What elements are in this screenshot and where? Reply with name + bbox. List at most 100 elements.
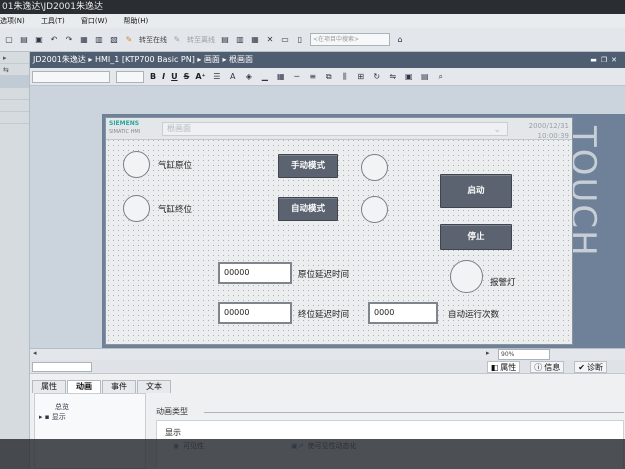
animation-type-heading: 动画类型 bbox=[156, 407, 188, 416]
align-objects-icon[interactable]: ⫼ bbox=[340, 70, 350, 84]
superscript-button[interactable]: A⁺ bbox=[195, 72, 205, 81]
compile-icon[interactable]: ▦ bbox=[79, 33, 89, 47]
tab-diagnostics-view[interactable]: ✔ 诊断 bbox=[574, 361, 607, 373]
time-text: 10:00:39 bbox=[537, 132, 569, 140]
view-icon[interactable]: ▦ bbox=[250, 33, 260, 47]
tree-row[interactable]: ▸ bbox=[0, 52, 29, 64]
screen-name-field[interactable]: 根画面 ⌄ bbox=[162, 122, 508, 136]
origin-delay-input[interactable]: 00000 bbox=[218, 262, 292, 284]
go-online-button[interactable]: 转至在线 bbox=[139, 33, 167, 47]
save-icon[interactable]: ▣ bbox=[34, 33, 44, 47]
font-select[interactable] bbox=[32, 70, 110, 83]
eye-icon: ◉ bbox=[173, 442, 180, 450]
italic-button[interactable]: I bbox=[162, 72, 165, 81]
origin-delay-label: 原位延迟时间 bbox=[298, 270, 350, 280]
font-size-select[interactable] bbox=[116, 70, 144, 83]
split-v-icon[interactable]: ▯ bbox=[295, 33, 305, 47]
tab-diagnostics-label: 诊断 bbox=[587, 362, 603, 372]
menu-window[interactable]: 窗口(W) bbox=[81, 14, 107, 28]
zoom-icon[interactable]: ⌕ bbox=[436, 70, 446, 84]
line-style-icon[interactable]: ─ bbox=[292, 70, 302, 84]
fill-color-icon[interactable]: ◈ bbox=[244, 70, 254, 84]
format-toolbar: B I U S A⁺ ☰ A ◈ ▁ ▦ ─ ≡ ⧉ ⫼ ⊞ ↻ ⇋ ▣ ▤ ⌕ bbox=[30, 68, 625, 86]
display-group: 显示 ◉ 可见性 ▣↗ 使可见性动态化 bbox=[156, 420, 624, 469]
tree-row[interactable] bbox=[0, 88, 29, 100]
scroll-left-icon[interactable]: ◂ bbox=[33, 349, 37, 357]
rotate-icon[interactable]: ↻ bbox=[372, 70, 382, 84]
grid-icon[interactable]: ▦ bbox=[276, 70, 286, 84]
menu-tools[interactable]: 工具(T) bbox=[41, 14, 65, 28]
redo-icon[interactable]: ↷ bbox=[64, 33, 74, 47]
window-controls[interactable]: ▬❐✕ bbox=[590, 52, 621, 68]
line-width-icon[interactable]: ≡ bbox=[308, 70, 318, 84]
bold-button[interactable]: B bbox=[150, 72, 156, 81]
tree-row[interactable]: ⇆ bbox=[0, 64, 29, 76]
upload-icon[interactable]: ▧ bbox=[109, 33, 119, 47]
split-h-icon[interactable]: ▭ bbox=[280, 33, 290, 47]
auto-mode-button[interactable]: 自动模式 bbox=[278, 197, 338, 221]
hmi-root-screen[interactable]: SIEMENS SIMATIC HMI 根画面 ⌄ 2000/12/31 10:… bbox=[105, 117, 573, 345]
project-search-input[interactable]: <在项目中搜索> bbox=[310, 33, 390, 46]
dynamize-label: 使可见性动态化 bbox=[307, 442, 357, 450]
line-color-icon[interactable]: ▁ bbox=[260, 70, 270, 84]
flip-icon[interactable]: ⇋ bbox=[388, 70, 398, 84]
arrange-icon[interactable]: ⧉ bbox=[324, 70, 334, 84]
alarm-lamp-indicator[interactable] bbox=[450, 260, 483, 293]
close-icon[interactable]: ✕ bbox=[265, 33, 275, 47]
cylinder-end-indicator[interactable] bbox=[123, 195, 150, 222]
canvas-scrollbar[interactable]: ◂ ▸ 90% bbox=[30, 348, 625, 360]
group-icon[interactable]: ▣ bbox=[404, 70, 414, 84]
download-icon[interactable]: ▥ bbox=[94, 33, 104, 47]
cylinder-origin-indicator[interactable] bbox=[123, 151, 150, 178]
tree-item-overview[interactable]: 总览 bbox=[39, 402, 141, 412]
start-button[interactable]: 启动 bbox=[440, 174, 512, 208]
tree-row[interactable] bbox=[0, 112, 29, 124]
stop-button[interactable]: 停止 bbox=[440, 224, 512, 250]
info-icon: ⓘ bbox=[534, 362, 543, 372]
new-icon[interactable]: ▢ bbox=[4, 33, 14, 47]
tab-properties[interactable]: 属性 bbox=[32, 380, 66, 393]
manual-mode-indicator[interactable] bbox=[361, 154, 388, 181]
tab-animations[interactable]: 动画 bbox=[67, 380, 101, 393]
window-title: 01朱逸达\JD2001朱逸达 bbox=[0, 0, 625, 14]
dynamize-visibility-link[interactable]: ▣↗ 使可见性动态化 bbox=[291, 441, 356, 451]
animation-detail: 动画类型 显示 ◉ 可见性 ▣↗ 使可见性动态化 bbox=[152, 398, 625, 469]
underline-button[interactable]: U bbox=[171, 72, 178, 81]
properties-icon: ◧ bbox=[490, 362, 499, 372]
tab-texts[interactable]: 文本 bbox=[137, 380, 171, 393]
monitor-icon[interactable]: ▤ bbox=[220, 33, 230, 47]
layer-icon[interactable]: ▤ bbox=[420, 70, 430, 84]
object-name-field[interactable] bbox=[32, 362, 92, 372]
auto-run-count-label: 自动运行次数 bbox=[448, 310, 500, 320]
end-delay-input[interactable]: 00000 bbox=[218, 302, 292, 324]
zoom-select[interactable]: 90% bbox=[498, 349, 550, 360]
tree-row[interactable] bbox=[0, 76, 29, 88]
menu-help[interactable]: 帮助(H) bbox=[124, 14, 149, 28]
text-color-icon[interactable]: A bbox=[228, 70, 238, 84]
tab-events[interactable]: 事件 bbox=[102, 380, 136, 393]
menu-options[interactable]: 选项(N) bbox=[0, 14, 25, 28]
go-offline-icon: ✎ bbox=[173, 35, 181, 44]
breadcrumb-text[interactable]: JD2001朱逸达 ▸ HMI_1 [KTP700 Basic PN] ▸ 画面… bbox=[33, 55, 253, 64]
tab-info-view[interactable]: ⓘ 信息 bbox=[530, 361, 565, 373]
strike-button[interactable]: S bbox=[184, 72, 190, 81]
divider bbox=[204, 412, 624, 413]
cross-ref-icon[interactable]: ▥ bbox=[235, 33, 245, 47]
auto-mode-indicator[interactable] bbox=[361, 196, 388, 223]
go-offline-button[interactable]: 转至离线 bbox=[187, 33, 215, 47]
undo-icon[interactable]: ↶ bbox=[49, 33, 59, 47]
visibility-item[interactable]: ◉ 可见性 bbox=[173, 441, 204, 451]
date-time-field[interactable]: 2000/12/31 10:00:39 bbox=[529, 121, 569, 141]
manual-mode-button[interactable]: 手动模式 bbox=[278, 154, 338, 178]
scroll-right-icon[interactable]: ▸ bbox=[486, 349, 490, 357]
visibility-label: 可见性 bbox=[183, 442, 205, 450]
distribute-icon[interactable]: ⊞ bbox=[356, 70, 366, 84]
tree-row[interactable] bbox=[0, 100, 29, 112]
chevron-down-icon[interactable]: ⌄ bbox=[493, 124, 501, 136]
align-icon[interactable]: ☰ bbox=[212, 70, 222, 84]
search-go-icon[interactable]: ⌂ bbox=[395, 33, 405, 47]
open-icon[interactable]: ▤ bbox=[19, 33, 29, 47]
auto-run-count-input[interactable]: 0000 bbox=[368, 302, 438, 324]
tree-item-display[interactable]: ▸ ▪ 显示 bbox=[39, 412, 141, 422]
tab-properties-view[interactable]: ◧ 属性 bbox=[486, 361, 521, 373]
